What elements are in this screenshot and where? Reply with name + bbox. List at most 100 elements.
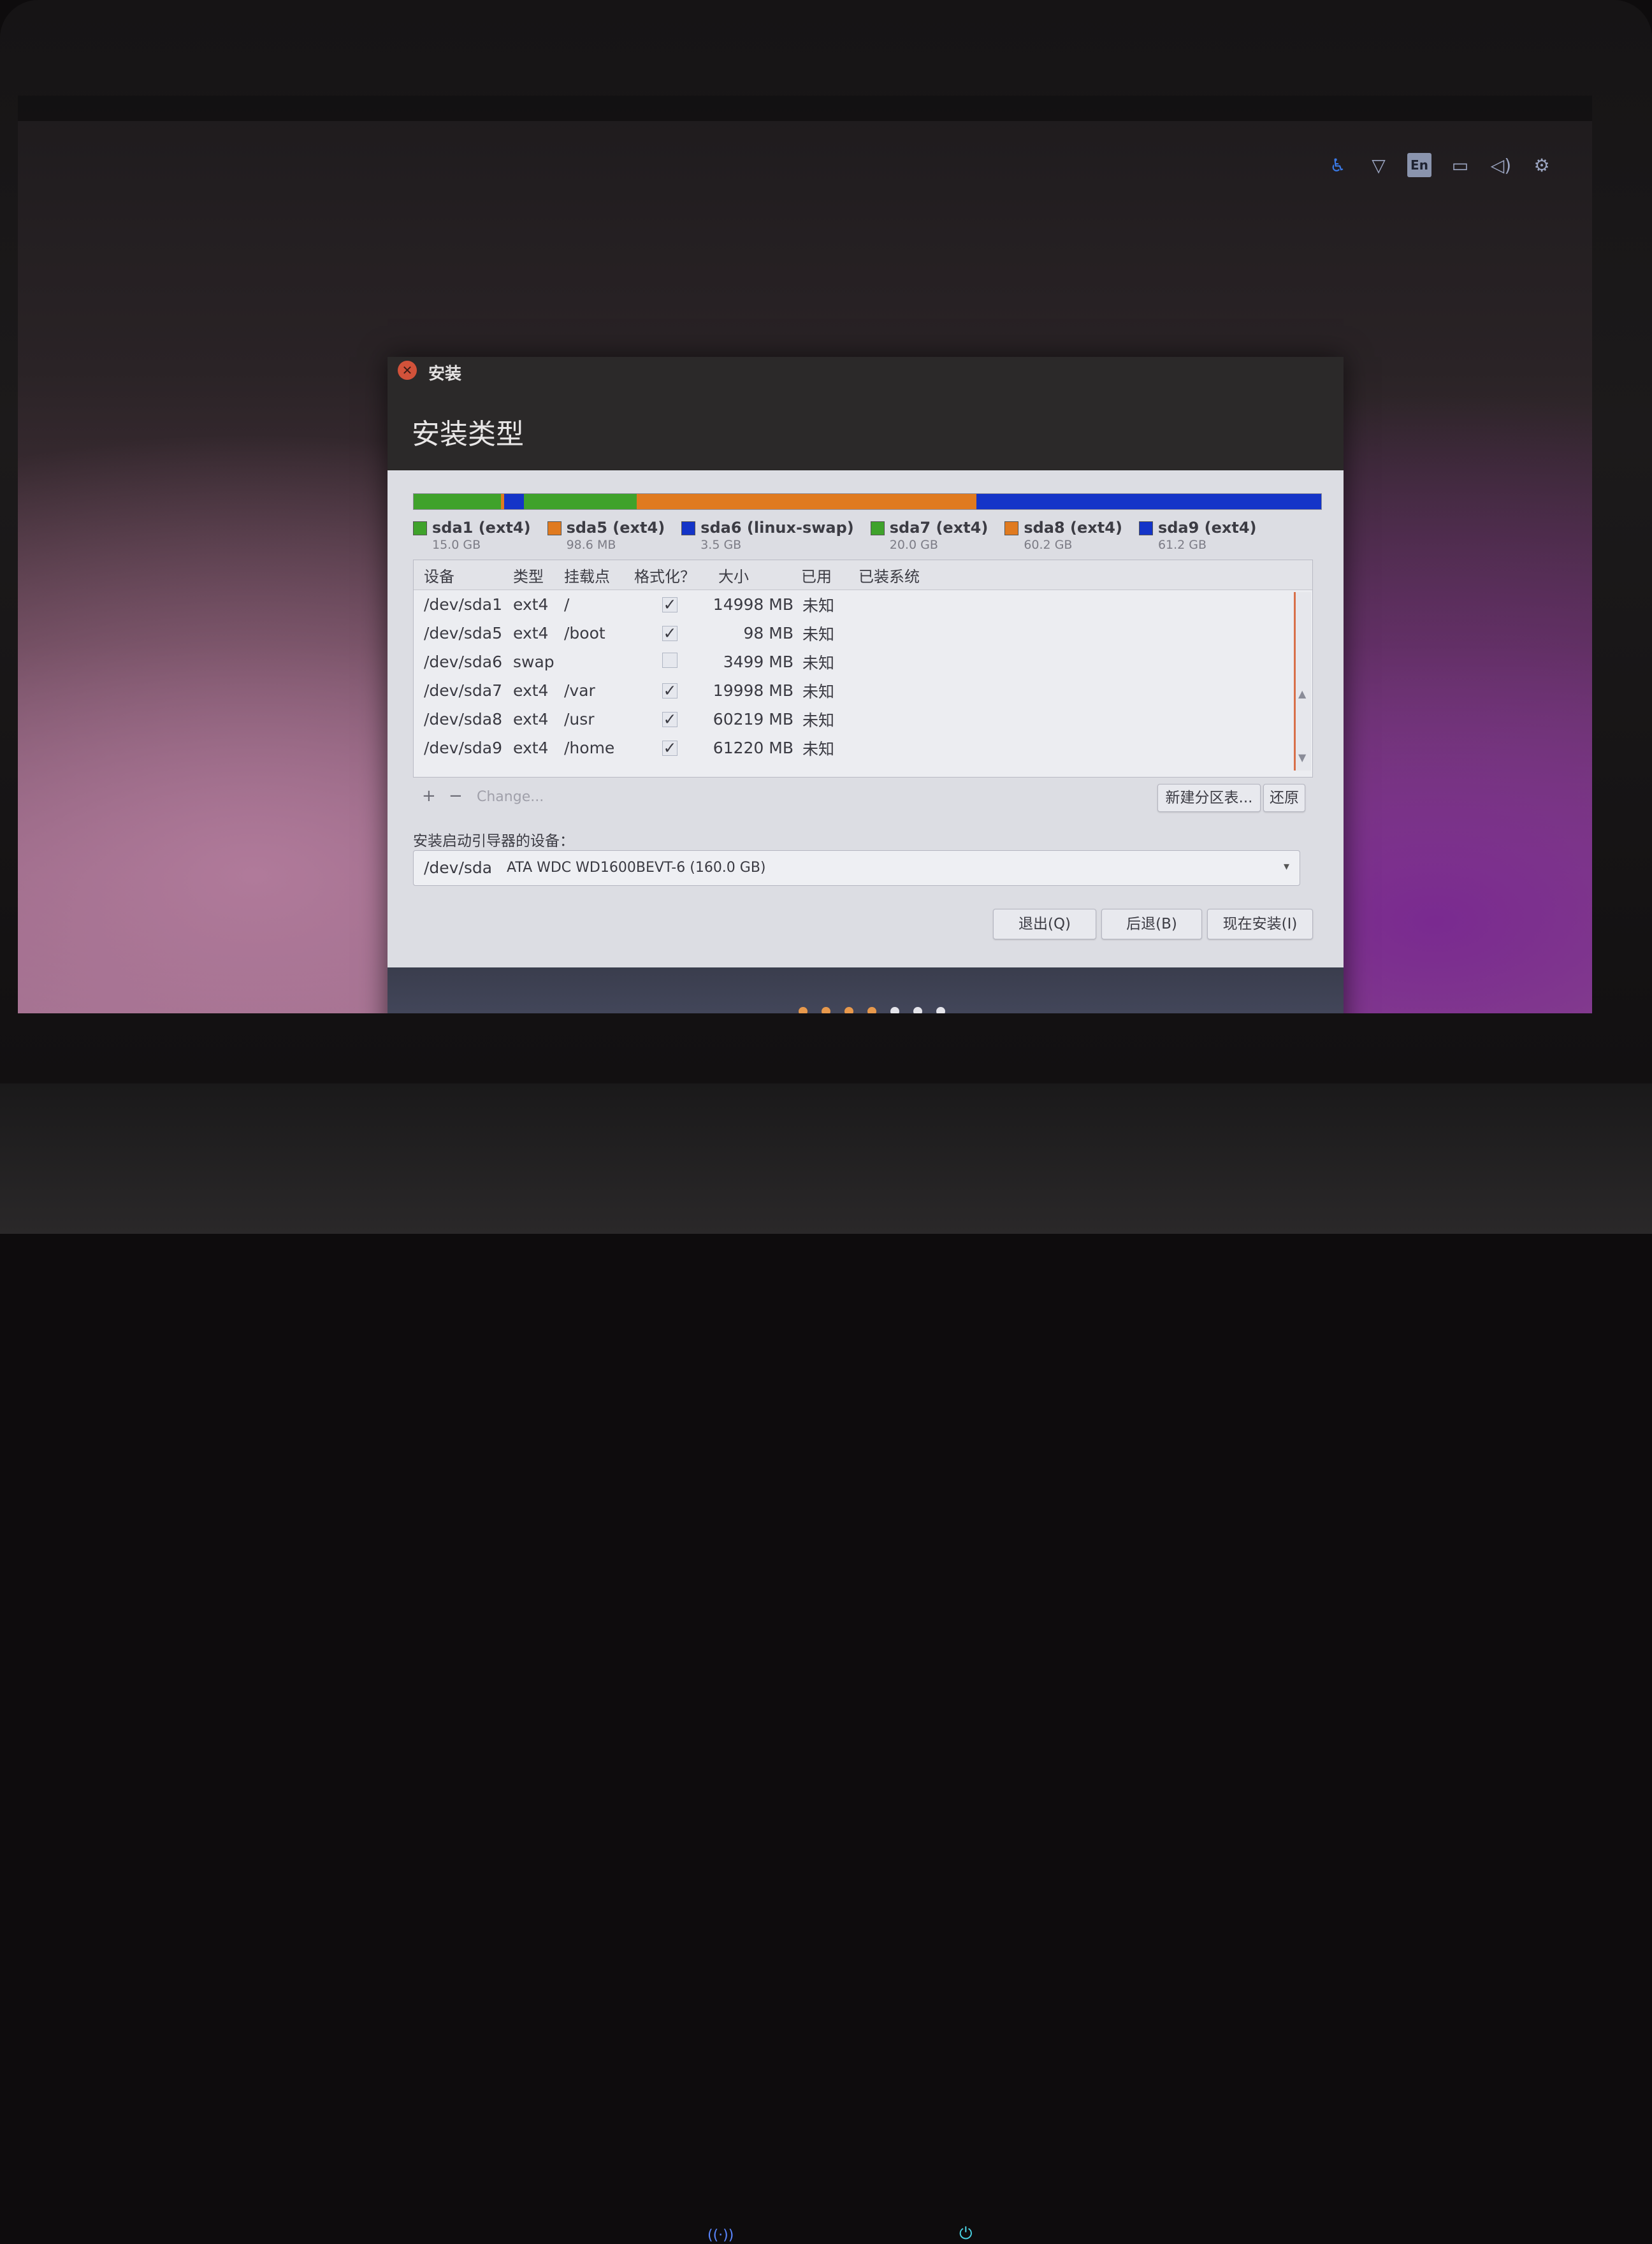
cell-used: 未知 <box>802 682 835 701</box>
legend-item: sda1 (ext4) 15.0 GB <box>413 519 531 552</box>
settings-gear-icon[interactable]: ⚙ <box>1530 153 1554 177</box>
table-row[interactable]: /dev/sda5 ext4/boot ✓ 98 MB 未知 <box>414 619 1312 648</box>
legend-partition-size: 3.5 GB <box>700 538 742 552</box>
remove-partition-button[interactable]: − <box>449 786 463 806</box>
legend-swatch <box>547 521 562 535</box>
cell-mount: /usr <box>564 710 595 728</box>
cell-type: ext4 <box>513 681 549 700</box>
legend-text: sda5 (ext4) 98.6 MB <box>567 519 665 552</box>
progress-dot <box>867 1007 876 1013</box>
legend-text: sda1 (ext4) 15.0 GB <box>432 519 531 552</box>
legend-swatch <box>1004 521 1019 535</box>
header-system[interactable]: 已装系统 <box>859 564 986 586</box>
quit-button[interactable]: 退出(Q) <box>993 909 1096 939</box>
scroll-up-icon[interactable]: ▲ <box>1298 688 1306 700</box>
legend-item: sda6 (linux-swap) 3.5 GB <box>681 519 854 552</box>
partition-legend: sda1 (ext4) 15.0 GB sda5 (ext4) 98.6 MB sda6… <box>413 519 1257 552</box>
table-row[interactable]: /dev/sda6 swap 3499 MB 未知 <box>414 648 1312 676</box>
header-type[interactable]: 类型 <box>513 564 564 586</box>
cell-mount: /boot <box>564 624 605 642</box>
cell-mount: /home <box>564 739 615 757</box>
format-checkbox[interactable]: ✓ <box>662 711 677 727</box>
bootloader-device: /dev/sda <box>424 858 493 877</box>
legend-partition-name: sda9 (ext4) <box>1157 519 1257 537</box>
title-bar: ✕ 安装 <box>388 357 1344 389</box>
cell-used: 未知 <box>802 653 835 672</box>
table-row[interactable]: /dev/sda9 ext4/home ✓ 61220 MB 未知 <box>414 734 1312 762</box>
table-body: /dev/sda1 ext4 / ✓ 14998 MB 未知/dev/sda5 ext4/b… <box>414 590 1312 762</box>
keyboard-deck: ((·)) ⏻ <box>0 1083 1652 2243</box>
table-scrollbar[interactable]: ▲ ▼ <box>1294 592 1311 771</box>
format-checkbox[interactable]: ✓ <box>662 625 677 641</box>
progress-dot <box>913 1007 922 1013</box>
partition-toolbar: + − Change... 新建分区表... 还原 <box>413 781 1312 813</box>
cell-format: ✓ <box>634 624 711 642</box>
wireless-indicator-icon: ((·)) <box>707 2227 734 2243</box>
cell-mount: /var <box>564 681 595 700</box>
legend-text: sda9 (ext4) 61.2 GB <box>1158 519 1257 552</box>
cell-format: ✓ <box>634 710 711 728</box>
laptop-bezel: ♿ ▽ En ▭ ◁) ⚙ ✕ 安装 安装类型 sda1 (ext4) 15.0 … <box>0 0 1652 1083</box>
legend-text: sda8 (ext4) 60.2 GB <box>1024 519 1122 552</box>
scroll-down-icon[interactable]: ▼ <box>1298 751 1306 764</box>
close-icon[interactable]: ✕ <box>398 361 417 380</box>
header-device[interactable]: 设备 <box>414 564 513 586</box>
legend-item: sda5 (ext4) 98.6 MB <box>547 519 665 552</box>
cell-size: 98 MB <box>743 624 793 642</box>
header-size[interactable]: 大小 <box>711 564 801 586</box>
header-mount[interactable]: 挂载点 <box>564 564 634 586</box>
legend-swatch <box>413 521 427 535</box>
new-partition-table-button[interactable]: 新建分区表... <box>1157 784 1261 812</box>
cell-device: /dev/sda7 <box>424 681 503 700</box>
change-partition-button[interactable]: Change... <box>477 789 544 805</box>
cell-device: /dev/sda1 <box>424 595 503 614</box>
table-row[interactable]: /dev/sda1 ext4 / ✓ 14998 MB 未知 <box>414 590 1312 619</box>
keyboard-layout-icon[interactable]: En <box>1407 153 1431 177</box>
partition-bar-segment <box>504 494 524 509</box>
header-format[interactable]: 格式化？ <box>634 564 711 586</box>
header-used[interactable]: 已用 <box>801 564 859 586</box>
chevron-down-icon[interactable]: ▾ <box>1284 860 1289 873</box>
bootloader-device-select[interactable]: /dev/sda ATA WDC WD1600BEVT-6 (160.0 GB)… <box>413 850 1300 886</box>
progress-dot <box>936 1007 945 1013</box>
table-row[interactable]: /dev/sda7 ext4/var ✓ 19998 MB 未知 <box>414 676 1312 705</box>
cell-size: 3499 MB <box>723 653 793 671</box>
accessibility-icon[interactable]: ♿ <box>1326 153 1350 177</box>
legend-partition-name: sda1 (ext4) <box>432 519 531 537</box>
system-tray: ♿ ▽ En ▭ ◁) ⚙ <box>1326 153 1554 177</box>
revert-button[interactable]: 还原 <box>1263 784 1305 812</box>
format-checkbox[interactable]: ✓ <box>662 740 677 756</box>
add-partition-button[interactable]: + <box>422 786 436 806</box>
cell-device: /dev/sda9 <box>424 739 503 757</box>
legend-partition-name: sda7 (ext4) <box>889 519 989 537</box>
progress-dot <box>822 1007 830 1013</box>
table-header: 设备 类型 挂载点 格式化？ 大小 已用 已装系统 <box>414 560 1312 590</box>
top-panel <box>18 96 1592 121</box>
legend-partition-size: 61.2 GB <box>1157 538 1207 552</box>
format-checkbox[interactable] <box>662 652 677 668</box>
legend-partition-size: 98.6 MB <box>566 538 616 552</box>
format-checkbox[interactable]: ✓ <box>662 683 677 699</box>
power-indicator-icon: ⏻ <box>959 2224 973 2243</box>
cell-device: /dev/sda5 <box>424 624 503 642</box>
cell-used: 未知 <box>802 739 835 758</box>
legend-partition-name: sda8 (ext4) <box>1024 519 1122 537</box>
battery-icon[interactable]: ▭ <box>1448 153 1472 177</box>
install-now-button[interactable]: 现在安装(I) <box>1207 909 1313 939</box>
cell-type: ext4 <box>513 624 549 642</box>
wifi-icon[interactable]: ▽ <box>1366 153 1391 177</box>
format-checkbox[interactable]: ✓ <box>662 597 677 612</box>
legend-text: sda6 (linux-swap) 3.5 GB <box>700 519 854 552</box>
cell-mount: / <box>564 595 570 614</box>
progress-dot <box>890 1007 899 1013</box>
table-row[interactable]: /dev/sda8 ext4/usr ✓ 60219 MB 未知 <box>414 705 1312 734</box>
legend-swatch <box>681 521 696 535</box>
legend-partition-size: 15.0 GB <box>432 538 481 552</box>
cell-format: ✓ <box>634 739 711 757</box>
back-button[interactable]: 后退(B) <box>1101 909 1202 939</box>
bootloader-label: 安装启动引导器的设备： <box>413 833 574 850</box>
partition-table: 设备 类型 挂载点 格式化？ 大小 已用 已装系统 /dev/sda1 ext4 /… <box>413 560 1313 778</box>
volume-icon[interactable]: ◁) <box>1489 153 1513 177</box>
progress-dots <box>799 1007 945 1013</box>
partition-bar-segment <box>414 494 502 509</box>
